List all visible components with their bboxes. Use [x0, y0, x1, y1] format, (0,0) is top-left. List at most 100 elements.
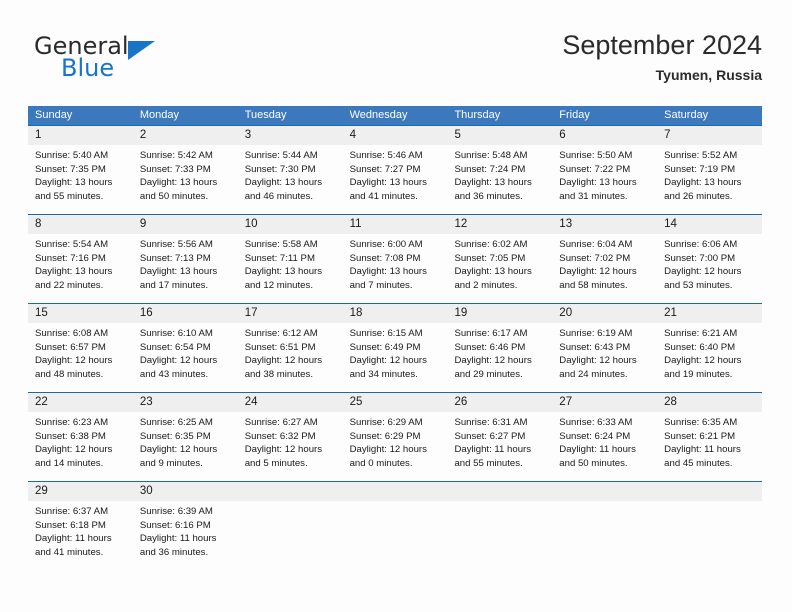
day-number[interactable]: 29	[28, 482, 133, 501]
sunrise-text: Sunrise: 5:54 AM	[35, 239, 109, 250]
day-cell[interactable]: Sunrise: 6:00 AM Sunset: 7:08 PM Dayligh…	[343, 234, 448, 303]
day-cell[interactable]: Sunrise: 6:06 AM Sunset: 7:00 PM Dayligh…	[657, 234, 762, 303]
day-number[interactable]: 1	[28, 126, 133, 145]
day-cell[interactable]: Sunrise: 5:46 AM Sunset: 7:27 PM Dayligh…	[343, 145, 448, 214]
daylight-text-line2: and 41 minutes.	[349, 190, 418, 202]
day-cell[interactable]: Sunrise: 6:25 AM Sunset: 6:35 PM Dayligh…	[133, 412, 238, 481]
day-cell-empty	[657, 501, 762, 570]
day-cell[interactable]: Sunrise: 6:23 AM Sunset: 6:38 PM Dayligh…	[28, 412, 133, 481]
daylight-text-line2: and 26 minutes.	[664, 190, 733, 202]
day-cell-empty	[552, 501, 657, 570]
day-cell[interactable]: Sunrise: 5:42 AM Sunset: 7:33 PM Dayligh…	[133, 145, 238, 214]
day-number[interactable]: 20	[552, 304, 657, 323]
day-number[interactable]: 19	[447, 304, 552, 323]
day-cell[interactable]: Sunrise: 6:02 AM Sunset: 7:05 PM Dayligh…	[447, 234, 552, 303]
day-cell[interactable]: Sunrise: 5:40 AM Sunset: 7:35 PM Dayligh…	[28, 145, 133, 214]
day-cell[interactable]: Sunrise: 5:56 AM Sunset: 7:13 PM Dayligh…	[133, 234, 238, 303]
sunset-text: Sunset: 7:02 PM	[559, 252, 631, 264]
day-number[interactable]: 12	[447, 215, 552, 234]
day-cell[interactable]: Sunrise: 6:15 AM Sunset: 6:49 PM Dayligh…	[343, 323, 448, 392]
sunrise-text: Sunrise: 5:52 AM	[664, 150, 738, 161]
day-cell[interactable]: Sunrise: 6:37 AM Sunset: 6:18 PM Dayligh…	[28, 501, 133, 570]
day-cell[interactable]: Sunrise: 6:21 AM Sunset: 6:40 PM Dayligh…	[657, 323, 762, 392]
day-detail-row: Sunrise: 6:37 AM Sunset: 6:18 PM Dayligh…	[28, 501, 762, 570]
day-number[interactable]: 11	[343, 215, 448, 234]
day-number[interactable]: 5	[447, 126, 552, 145]
sunset-text: Sunset: 6:51 PM	[244, 341, 316, 353]
day-cell[interactable]: Sunrise: 6:31 AM Sunset: 6:27 PM Dayligh…	[447, 412, 552, 481]
sunrise-text: Sunrise: 6:37 AM	[35, 506, 109, 517]
calendar-week-row: 1 2 3 4 5 6 7 Sunrise: 5:40 AM Sunset: 7…	[28, 125, 762, 214]
day-cell[interactable]: Sunrise: 5:52 AM Sunset: 7:19 PM Dayligh…	[657, 145, 762, 214]
day-cell[interactable]: Sunrise: 5:50 AM Sunset: 7:22 PM Dayligh…	[552, 145, 657, 214]
day-number[interactable]: 6	[552, 126, 657, 145]
day-cell[interactable]: Sunrise: 5:58 AM Sunset: 7:11 PM Dayligh…	[238, 234, 343, 303]
sunrise-text: Sunrise: 6:27 AM	[244, 417, 318, 428]
day-number[interactable]: 25	[343, 393, 448, 412]
day-number[interactable]: 28	[657, 393, 762, 412]
day-cell[interactable]: Sunrise: 6:17 AM Sunset: 6:46 PM Dayligh…	[447, 323, 552, 392]
day-number[interactable]: 17	[238, 304, 343, 323]
weekday-header-friday: Friday	[559, 109, 590, 121]
day-cell[interactable]: Sunrise: 6:04 AM Sunset: 7:02 PM Dayligh…	[552, 234, 657, 303]
day-number[interactable]: 16	[133, 304, 238, 323]
sunset-text: Sunset: 6:40 PM	[664, 341, 736, 353]
day-number[interactable]: 10	[238, 215, 343, 234]
weekday-header-saturday: Saturday	[664, 109, 709, 121]
day-cell[interactable]: Sunrise: 6:08 AM Sunset: 6:57 PM Dayligh…	[28, 323, 133, 392]
calendar-week-row: 22 23 24 25 26 27 28 Sunrise: 6:23 AM Su…	[28, 392, 762, 481]
day-number[interactable]: 21	[657, 304, 762, 323]
day-cell[interactable]: Sunrise: 6:12 AM Sunset: 6:51 PM Dayligh…	[238, 323, 343, 392]
day-cell[interactable]: Sunrise: 6:10 AM Sunset: 6:54 PM Dayligh…	[133, 323, 238, 392]
sunrise-text: Sunrise: 6:12 AM	[244, 328, 318, 339]
day-number[interactable]: 7	[657, 126, 762, 145]
daylight-text-line1: Daylight: 12 hours	[349, 444, 427, 456]
sunset-text: Sunset: 6:38 PM	[35, 430, 106, 442]
day-number[interactable]: 22	[28, 393, 133, 412]
daylight-text-line2: and 34 minutes.	[349, 368, 418, 380]
sunrise-text: Sunrise: 6:39 AM	[139, 506, 213, 517]
day-cell[interactable]: Sunrise: 5:54 AM Sunset: 7:16 PM Dayligh…	[28, 234, 133, 303]
day-number[interactable]: 23	[133, 393, 238, 412]
daylight-text-line1: Daylight: 11 hours	[664, 444, 741, 456]
daylight-text-line2: and 2 minutes.	[454, 279, 518, 291]
day-number[interactable]: 27	[552, 393, 657, 412]
day-number[interactable]: 9	[133, 215, 238, 234]
day-cell[interactable]: Sunrise: 6:29 AM Sunset: 6:29 PM Dayligh…	[343, 412, 448, 481]
day-cell[interactable]: Sunrise: 6:35 AM Sunset: 6:21 PM Dayligh…	[657, 412, 762, 481]
sunrise-text: Sunrise: 5:58 AM	[244, 239, 318, 250]
daylight-text-line1: Daylight: 12 hours	[244, 355, 323, 367]
day-number[interactable]: 3	[238, 126, 343, 145]
daylight-text-line2: and 36 minutes.	[139, 546, 209, 558]
day-cell[interactable]: Sunrise: 6:19 AM Sunset: 6:43 PM Dayligh…	[552, 323, 657, 392]
page-title: September 2024	[562, 30, 762, 60]
sunset-text: Sunset: 7:00 PM	[664, 252, 736, 264]
sunrise-text: Sunrise: 6:35 AM	[664, 417, 738, 428]
sunset-text: Sunset: 7:27 PM	[349, 163, 421, 175]
day-cell[interactable]: Sunrise: 5:44 AM Sunset: 7:30 PM Dayligh…	[238, 145, 343, 214]
day-cell-empty	[343, 501, 448, 570]
sunset-text: Sunset: 6:35 PM	[139, 430, 211, 442]
daylight-text-line1: Daylight: 12 hours	[559, 266, 637, 278]
daylight-text-line1: Daylight: 13 hours	[454, 177, 532, 189]
daylight-text-line2: and 14 minutes.	[35, 457, 104, 469]
daylight-text-line1: Daylight: 12 hours	[454, 355, 532, 367]
daylight-text-line1: Daylight: 13 hours	[454, 266, 532, 278]
day-number[interactable]: 15	[28, 304, 133, 323]
day-number[interactable]: 18	[343, 304, 448, 323]
day-number[interactable]: 4	[343, 126, 448, 145]
day-cell[interactable]: Sunrise: 5:48 AM Sunset: 7:24 PM Dayligh…	[447, 145, 552, 214]
day-number[interactable]: 24	[238, 393, 343, 412]
day-cell[interactable]: Sunrise: 6:33 AM Sunset: 6:24 PM Dayligh…	[552, 412, 657, 481]
daylight-text-line1: Daylight: 11 hours	[35, 533, 112, 545]
day-cell[interactable]: Sunrise: 6:27 AM Sunset: 6:32 PM Dayligh…	[238, 412, 343, 481]
daylight-text-line1: Daylight: 11 hours	[559, 444, 636, 456]
day-number[interactable]: 8	[28, 215, 133, 234]
day-number[interactable]: 2	[133, 126, 238, 145]
day-number[interactable]: 26	[447, 393, 552, 412]
day-cell[interactable]: Sunrise: 6:39 AM Sunset: 6:16 PM Dayligh…	[133, 501, 238, 570]
day-number[interactable]: 13	[552, 215, 657, 234]
day-number[interactable]: 30	[133, 482, 238, 501]
day-number[interactable]: 14	[657, 215, 762, 234]
general-blue-logo[interactable]: General Blue	[28, 32, 258, 92]
